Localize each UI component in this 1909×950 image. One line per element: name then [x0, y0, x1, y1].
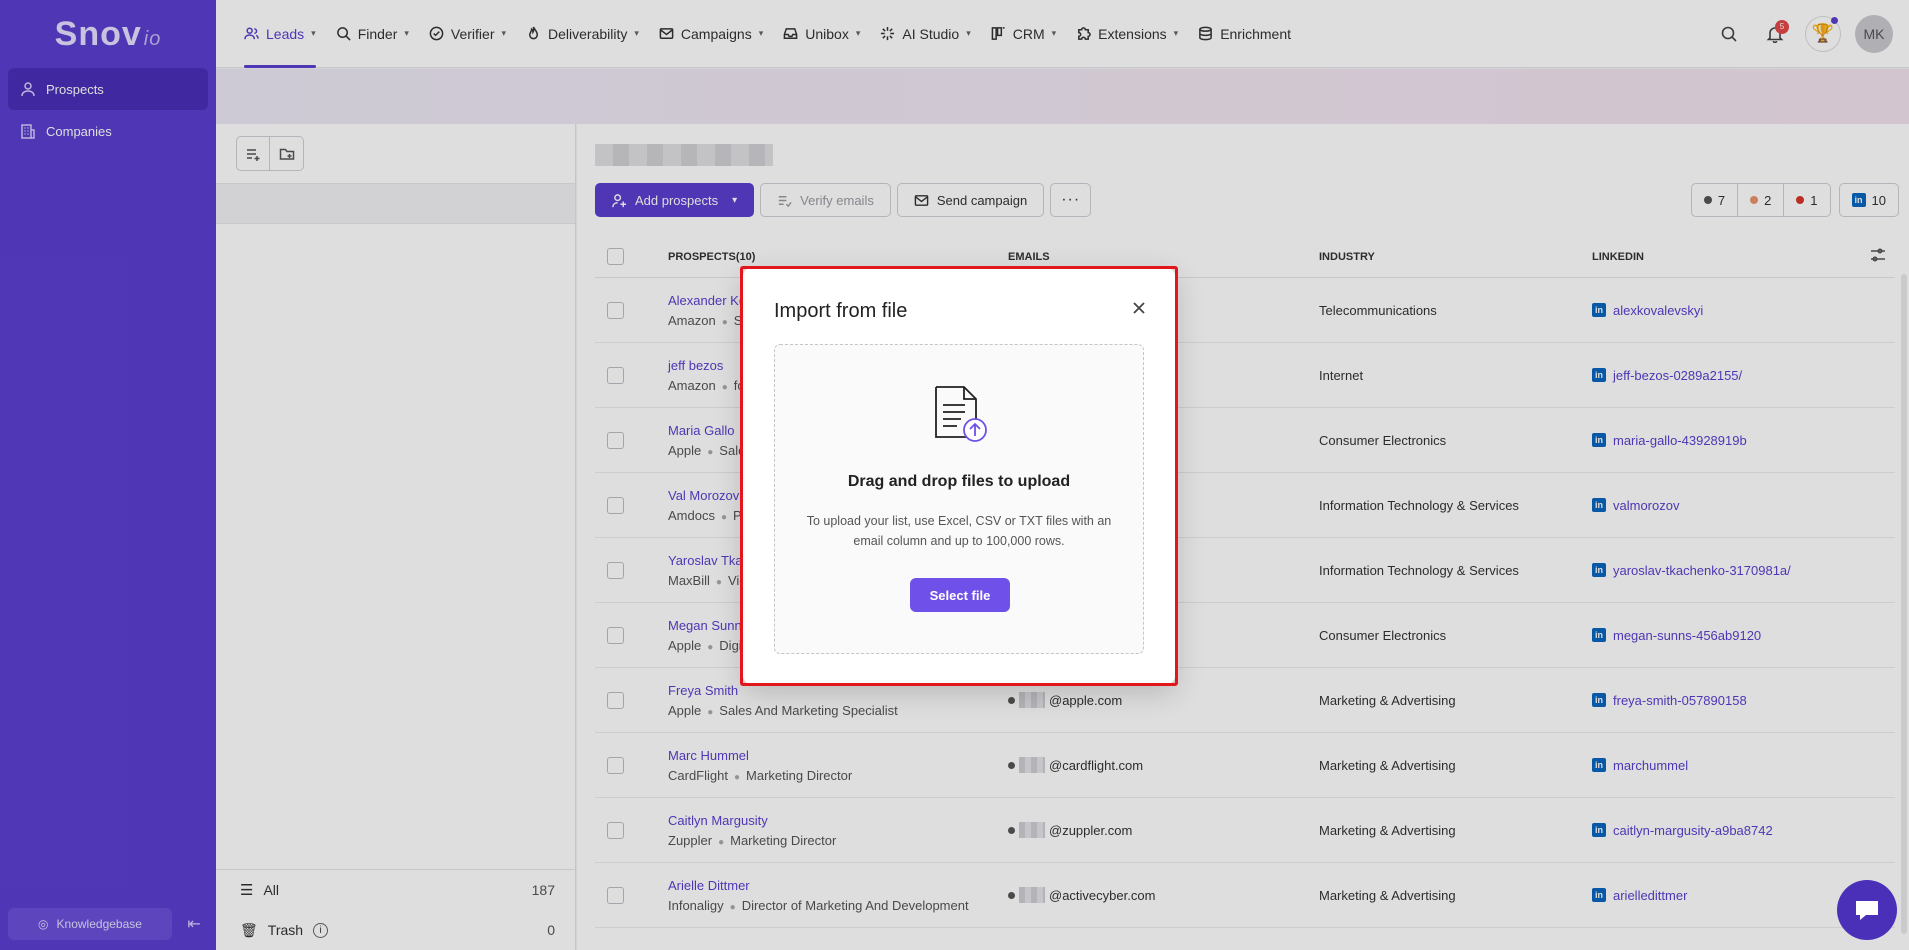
close-modal-button[interactable] [1131, 300, 1147, 316]
select-file-button[interactable]: Select file [910, 578, 1010, 612]
chat-icon [1856, 901, 1878, 920]
dropzone-description: To upload your list, use Excel, CSV or T… [806, 514, 1112, 548]
dropzone-title: Drag and drop files to upload [847, 473, 1071, 490]
file-upload-icon [935, 386, 987, 442]
close-icon [1133, 302, 1145, 314]
chat-widget-button[interactable] [1837, 880, 1897, 940]
file-dropzone[interactable]: Drag and drop files to upload To upload … [774, 344, 1144, 654]
modal-title: Import from file [774, 300, 908, 322]
import-from-file-modal: Import from file Drag and drop files to … [743, 268, 1175, 684]
